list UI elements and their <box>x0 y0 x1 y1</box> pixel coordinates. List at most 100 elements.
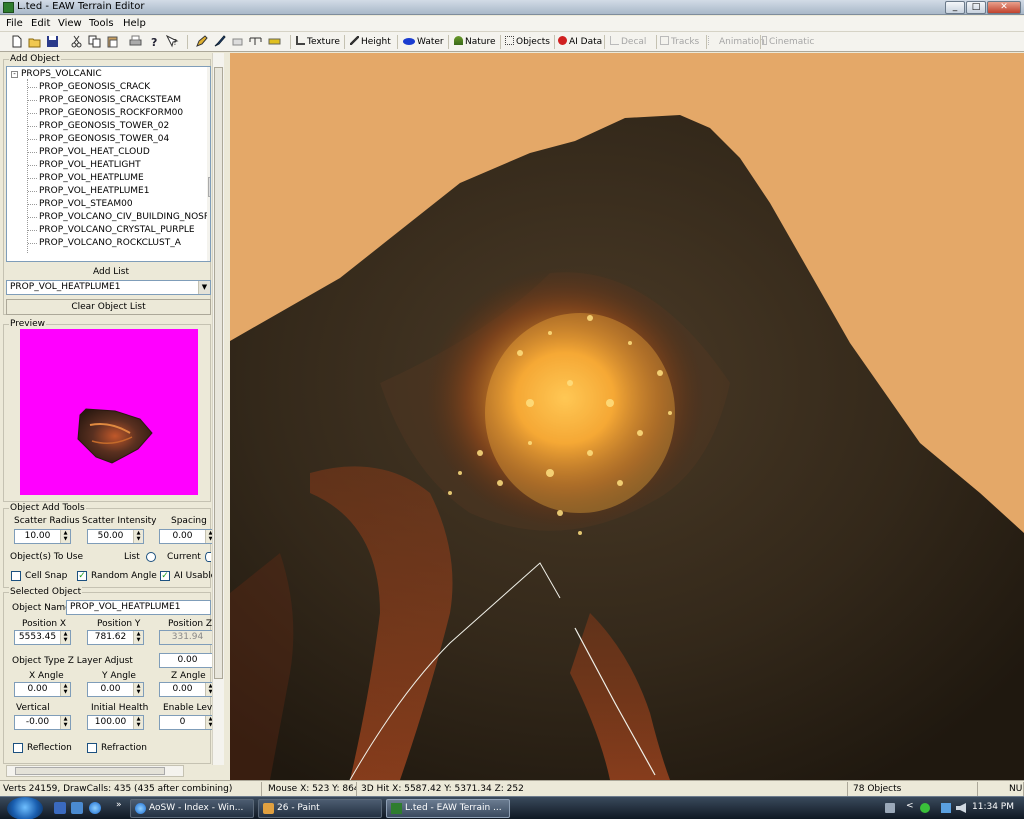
water-mode-button[interactable]: Water <box>403 35 444 49</box>
spacing-spinner[interactable]: 0.00 ▲ ▼ <box>159 529 216 544</box>
reflection-checkbox[interactable] <box>13 743 23 753</box>
random-angle-checkbox[interactable]: ✓ <box>77 571 87 581</box>
open-folder-icon[interactable] <box>28 35 41 48</box>
x-angle-spinner[interactable]: 0.00 ▲ ▼ <box>14 682 71 697</box>
water-icon <box>403 38 415 45</box>
start-button[interactable] <box>7 797 43 819</box>
height-mode-button[interactable]: Height <box>350 35 391 49</box>
nature-mode-button[interactable]: Nature <box>454 35 496 49</box>
menu-edit[interactable]: Edit <box>31 18 50 29</box>
tree-item[interactable]: PROP_GEONOSIS_CRACK <box>39 82 150 92</box>
decal-mode-button[interactable]: Decal <box>610 35 646 49</box>
context-help-icon[interactable]: ? <box>166 35 179 48</box>
list-radio[interactable] <box>146 552 156 562</box>
tree-vertical-scrollbar[interactable] <box>207 67 210 261</box>
object-tree[interactable]: - PROPS_VOLCANIC PROP_GEONOSIS_CRACK PRO… <box>6 66 211 262</box>
z-angle-spinner[interactable]: 0.00 ▲ ▼ <box>159 682 216 697</box>
ai-data-mode-button[interactable]: AI Data <box>558 35 602 49</box>
chevron-down-icon[interactable]: ▼ <box>198 281 210 294</box>
tree-root[interactable]: PROPS_VOLCANIC <box>21 69 102 79</box>
spinner-arrows-icon[interactable]: ▲ ▼ <box>133 631 143 644</box>
cell-snap-checkbox[interactable] <box>11 571 21 581</box>
taskbar-button-terrain-editor[interactable]: L.ted - EAW Terrain ... <box>386 799 510 818</box>
clear-object-list-button[interactable]: Clear Object List <box>6 299 211 315</box>
tracks-mode-button[interactable]: Tracks <box>660 35 699 49</box>
tree-item[interactable]: PROP_VOL_HEAT_CLOUD <box>39 147 150 157</box>
texture-mode-button[interactable]: Texture <box>296 35 340 49</box>
cinematic-mode-button[interactable]: Cinematic <box>762 35 814 49</box>
tree-item[interactable]: PROP_VOL_HEATPLUME <box>39 173 144 183</box>
brush-icon[interactable] <box>213 35 226 48</box>
eraser-icon[interactable] <box>231 35 244 48</box>
tree-item[interactable]: PROP_GEONOSIS_TOWER_04 <box>39 134 169 144</box>
terrain-3d-viewport[interactable] <box>230 53 1024 780</box>
spinner-arrows-icon[interactable]: ▲ ▼ <box>60 530 70 543</box>
window-switcher-icon[interactable] <box>71 802 83 814</box>
spinner-arrows-icon[interactable]: ▲ ▼ <box>133 683 143 696</box>
tree-item[interactable]: PROP_VOLCANO_CRYSTAL_PURPLE <box>39 225 195 235</box>
spinner-arrows-icon[interactable]: ▲ ▼ <box>133 716 143 729</box>
ruler-icon[interactable] <box>268 35 281 48</box>
position-y-spinner[interactable]: 781.62 ▲ ▼ <box>87 630 144 645</box>
menu-tools[interactable]: Tools <box>89 18 114 29</box>
tree-item[interactable]: PROP_VOL_HEATPLUME1 <box>39 186 149 196</box>
tree-item[interactable]: PROP_VOL_HEATLIGHT <box>39 160 141 170</box>
taskbar-clock[interactable]: 11:34 PM <box>972 802 1014 812</box>
volume-tray-icon[interactable] <box>956 803 966 813</box>
menu-file[interactable]: File <box>6 18 23 29</box>
scatter-intensity-spinner[interactable]: 50.00 ▲ ▼ <box>87 529 144 544</box>
initial-health-spinner[interactable]: 100.00 ▲ ▼ <box>87 715 144 730</box>
save-icon[interactable] <box>46 35 59 48</box>
tree-item[interactable]: PROP_GEONOSIS_CRACKSTEAM <box>39 95 181 105</box>
help-icon[interactable]: ? <box>148 35 161 48</box>
tree-collapse-icon[interactable]: - <box>11 71 18 78</box>
chevron-left-icon[interactable]: < <box>906 801 914 811</box>
spinner-arrows-icon[interactable]: ▲ ▼ <box>60 716 70 729</box>
tree-item[interactable]: PROP_GEONOSIS_TOWER_02 <box>39 121 169 131</box>
tree-item[interactable]: PROP_GEONOSIS_ROCKFORM00 <box>39 108 183 118</box>
copy-icon[interactable] <box>88 35 101 48</box>
ai-usable-checkbox[interactable]: ✓ <box>160 571 170 581</box>
internet-explorer-icon[interactable] <box>89 802 101 814</box>
vertical-spinner[interactable]: -0.00 ▲ ▼ <box>14 715 71 730</box>
enable-level-spinner[interactable]: 0 ▲ ▼ <box>159 715 216 730</box>
z-layer-adjust-field[interactable]: 0.00 <box>159 653 216 668</box>
position-x-spinner[interactable]: 5553.45 ▲ ▼ <box>14 630 71 645</box>
animation-mode-button[interactable]: Animation <box>708 35 765 49</box>
network-tray-icon[interactable] <box>941 803 951 813</box>
spinner-arrows-icon[interactable]: ▲ ▼ <box>60 631 70 644</box>
keyboard-tray-icon[interactable] <box>885 803 895 813</box>
panel-horizontal-scrollbar[interactable] <box>6 765 184 777</box>
maximize-button[interactable]: □ <box>966 1 986 14</box>
show-desktop-icon[interactable] <box>54 802 66 814</box>
y-angle-spinner[interactable]: 0.00 ▲ ▼ <box>87 682 144 697</box>
menu-help[interactable]: Help <box>123 18 146 29</box>
pencil-icon[interactable] <box>195 35 208 48</box>
paste-icon[interactable] <box>106 35 119 48</box>
objects-mode-button[interactable]: Objects <box>505 35 550 49</box>
tree-item[interactable]: PROP_VOL_STEAM00 <box>39 199 133 209</box>
spinner-arrows-icon[interactable]: ▲ ▼ <box>133 530 143 543</box>
spinner-arrows-icon[interactable]: ▲ ▼ <box>60 683 70 696</box>
scatter-radius-spinner[interactable]: 10.00 ▲ ▼ <box>14 529 71 544</box>
ai-data-icon <box>558 36 567 45</box>
add-list-dropdown[interactable]: PROP_VOL_HEATPLUME1 ▼ <box>6 280 211 295</box>
object-name-field[interactable]: PROP_VOL_HEATPLUME1 <box>66 600 211 615</box>
new-file-icon[interactable] <box>10 35 23 48</box>
refraction-checkbox[interactable] <box>87 743 97 753</box>
tree-item[interactable]: PROP_VOLCANO_CIV_BUILDING_NOSPAWN <box>39 212 210 222</box>
menu-view[interactable]: View <box>58 18 82 29</box>
print-icon[interactable] <box>129 35 142 48</box>
minimize-button[interactable]: _ <box>945 1 965 14</box>
measure-icon[interactable] <box>249 35 262 48</box>
tree-item[interactable]: PROP_VOLCANO_ROCKCLUST_A <box>39 238 181 248</box>
panel-vertical-scrollbar[interactable] <box>212 53 224 765</box>
title-bar[interactable]: L.ted - EAW Terrain Editor _ □ ✕ <box>0 0 1024 15</box>
messenger-tray-icon[interactable] <box>920 803 930 813</box>
cut-icon[interactable] <box>70 35 83 48</box>
close-button[interactable]: ✕ <box>987 1 1021 14</box>
current-radio[interactable] <box>205 552 211 562</box>
quick-launch-more-icon[interactable]: » <box>116 800 122 810</box>
taskbar-button-aosw[interactable]: AoSW - Index - Win... <box>130 799 254 818</box>
taskbar-button-paint[interactable]: 26 - Paint <box>258 799 382 818</box>
